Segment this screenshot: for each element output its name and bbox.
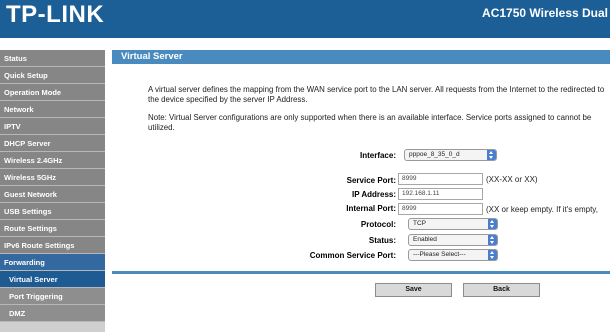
sidebar-item-status[interactable]: Status	[0, 50, 105, 67]
protocol-label: Protocol:	[360, 220, 396, 229]
service-port-input[interactable]: 8999	[398, 173, 483, 185]
sidebar-item-dhcp-server[interactable]: DHCP Server	[0, 135, 105, 152]
sidebar-item-quick-setup[interactable]: Quick Setup	[0, 67, 105, 84]
common-service-port-label: Common Service Port:	[309, 251, 396, 260]
sidebar-subitem-port-triggering[interactable]: Port Triggering	[0, 288, 105, 305]
section-title-bar: Virtual Server	[112, 50, 610, 64]
sidebar-item-wireless-24ghz[interactable]: Wireless 2.4GHz	[0, 152, 105, 169]
ip-address-input[interactable]: 192.168.1.11	[398, 188, 483, 200]
service-port-label: Service Port:	[346, 176, 396, 185]
note-text: Note: Virtual Server configurations are …	[148, 113, 592, 132]
main-content: Virtual Server A virtual server defines …	[112, 50, 610, 332]
select-arrows-icon	[487, 150, 496, 160]
sidebar-item-route-settings[interactable]: Route Settings	[0, 220, 105, 237]
header-strip	[0, 38, 610, 48]
select-arrows-icon	[488, 250, 497, 260]
status-label: Status:	[368, 236, 396, 245]
top-header: TP-LINK AC1750 Wireless Dual	[0, 0, 610, 38]
sidebar-item-operation-mode[interactable]: Operation Mode	[0, 84, 105, 101]
status-select-value: Enabled	[413, 236, 437, 243]
interface-select[interactable]: pppoe_8_35_0_d	[404, 149, 497, 161]
select-arrows-icon	[488, 219, 497, 229]
sidebar: Status Quick Setup Operation Mode Networ…	[0, 50, 105, 332]
ip-address-label: IP Address:	[351, 190, 396, 199]
sidebar-item-ipv6-route-settings[interactable]: IPv6 Route Settings	[0, 237, 105, 254]
interface-label: Interface:	[359, 151, 396, 160]
description-text: A virtual server defines the mapping fro…	[148, 85, 605, 104]
protocol-select-value: TCP	[413, 220, 426, 227]
sidebar-item-iptv[interactable]: IPTV	[0, 118, 105, 135]
common-service-port-select-value: ---Please Select---	[413, 251, 466, 258]
back-button[interactable]: Back	[463, 283, 540, 297]
sidebar-subitem-dmz[interactable]: DMZ	[0, 305, 105, 322]
select-arrows-icon	[488, 235, 497, 245]
status-select[interactable]: Enabled	[408, 234, 498, 246]
sidebar-item-wireless-5ghz[interactable]: Wireless 5GHz	[0, 169, 105, 186]
sidebar-item-usb-settings[interactable]: USB Settings	[0, 203, 105, 220]
service-port-hint: (XX-XX or XX)	[486, 175, 538, 184]
protocol-select[interactable]: TCP	[408, 218, 498, 230]
save-button[interactable]: Save	[375, 283, 452, 297]
sidebar-subitem-virtual-server[interactable]: Virtual Server	[0, 271, 105, 288]
sidebar-item-forwarding[interactable]: Forwarding	[0, 254, 105, 271]
footer-divider	[112, 271, 610, 274]
sidebar-item-guest-network[interactable]: Guest Network	[0, 186, 105, 203]
model-name: AC1750 Wireless Dual	[482, 6, 608, 20]
sidebar-item-network[interactable]: Network	[0, 101, 105, 118]
internal-port-hint: (XX or keep empty. If it's empty,	[486, 205, 598, 214]
page-title: Virtual Server	[121, 51, 183, 62]
internal-port-input[interactable]: 8999	[398, 203, 483, 215]
interface-select-value: pppoe_8_35_0_d	[409, 151, 460, 158]
common-service-port-select[interactable]: ---Please Select---	[408, 249, 498, 261]
tp-link-logo: TP-LINK	[6, 1, 105, 28]
internal-port-label: Internal Port:	[346, 204, 396, 213]
